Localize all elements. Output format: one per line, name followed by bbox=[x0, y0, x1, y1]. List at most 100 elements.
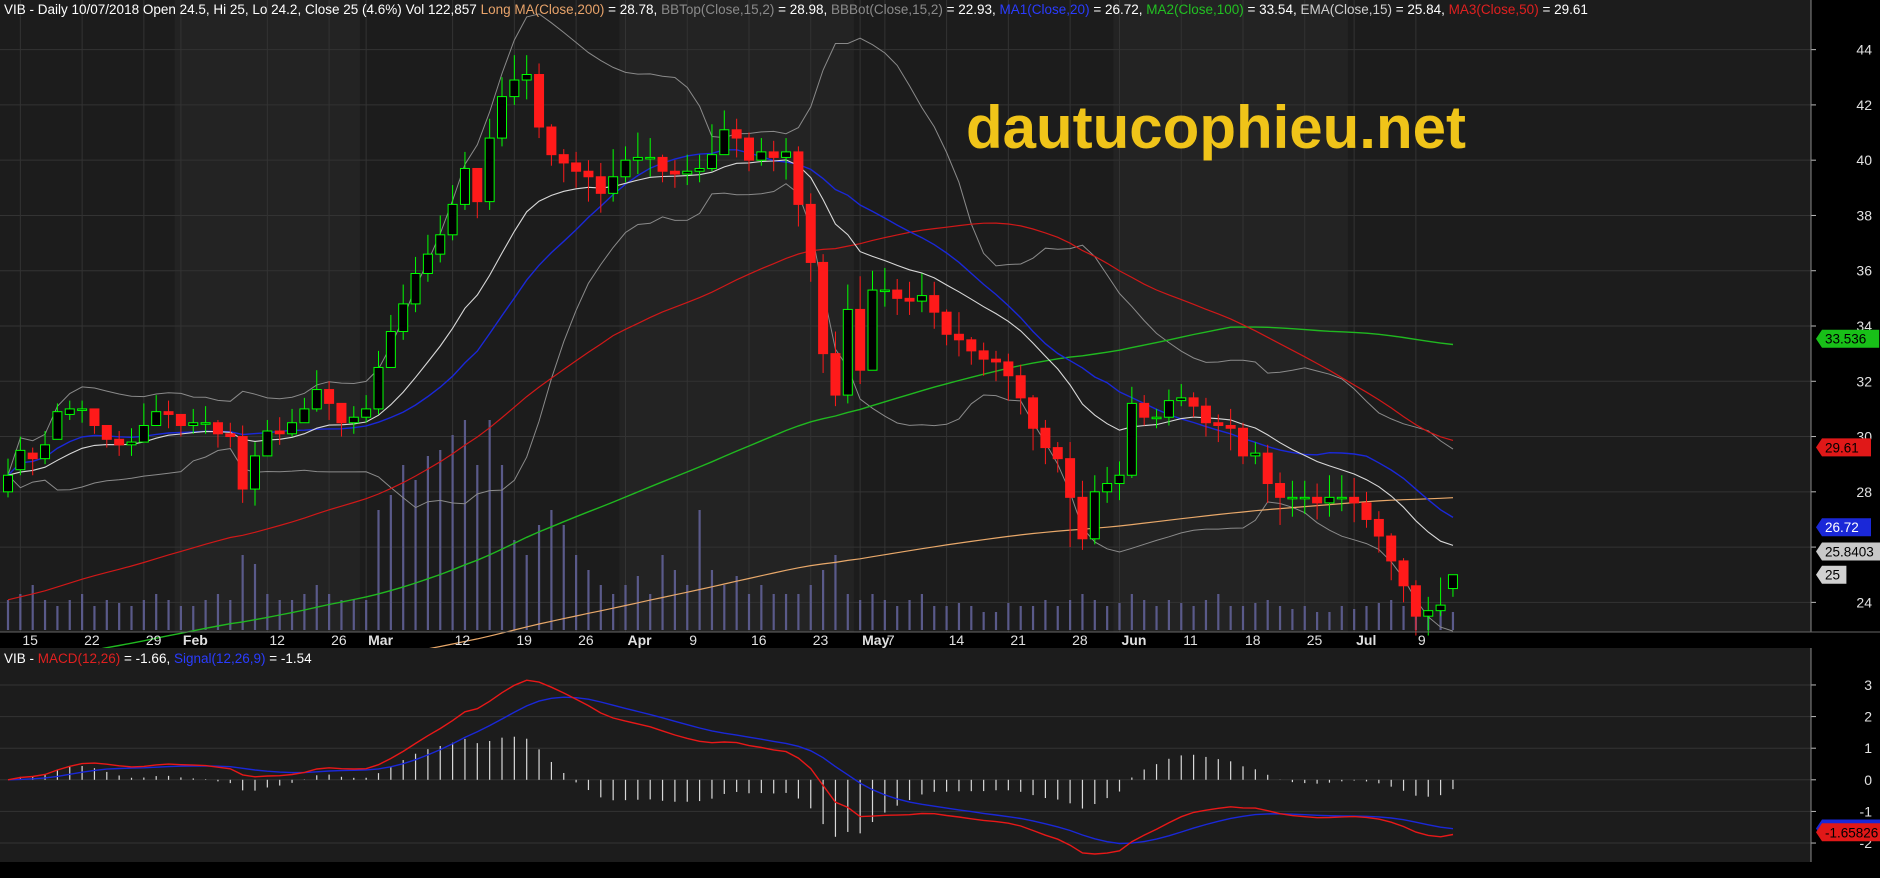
candle-down bbox=[237, 436, 248, 490]
date-axis-label: 12 bbox=[269, 632, 285, 648]
date-axis-label: May bbox=[862, 632, 889, 648]
date-axis-label: 28 bbox=[1072, 632, 1088, 648]
candle-up bbox=[867, 289, 878, 371]
candle-up bbox=[385, 331, 396, 368]
date-axis-label: 15 bbox=[22, 632, 38, 648]
candle-down bbox=[1077, 496, 1088, 540]
candle-down bbox=[534, 74, 545, 128]
stock-chart[interactable]: 2426283032343638404244 152229Feb1226Mar1… bbox=[0, 0, 1880, 878]
candle-down bbox=[1003, 361, 1014, 377]
candle-up bbox=[719, 129, 730, 156]
candle-down bbox=[595, 176, 606, 194]
chart-info-header: VIB - Daily 10/07/2018 Open 24.5, Hi 25,… bbox=[4, 2, 1588, 17]
candle-up bbox=[706, 154, 717, 169]
candle-up bbox=[1435, 604, 1446, 612]
candle-down bbox=[830, 353, 841, 396]
candle-down bbox=[1139, 402, 1150, 418]
price-axis-label: 40 bbox=[1856, 152, 1872, 168]
macd-axis-label: 0 bbox=[1864, 772, 1872, 788]
candle-down bbox=[175, 413, 186, 426]
candle-down bbox=[336, 402, 347, 424]
date-axis-label: 12 bbox=[455, 632, 471, 648]
header-segment-2: = -1.66, bbox=[120, 651, 174, 666]
candle-down bbox=[793, 151, 804, 205]
candle-down bbox=[1386, 535, 1397, 562]
candle-down bbox=[904, 297, 915, 302]
candle-down bbox=[818, 261, 829, 355]
date-axis-label: 11 bbox=[1183, 632, 1198, 648]
header-segment-3: Signal(12,26,9) bbox=[174, 651, 266, 666]
candle-up bbox=[645, 156, 656, 160]
candle-down bbox=[657, 156, 668, 172]
candle-down bbox=[571, 162, 582, 172]
candle-up bbox=[299, 408, 310, 424]
candle-down bbox=[89, 408, 100, 426]
candle-down bbox=[731, 129, 742, 139]
candle-down bbox=[941, 311, 952, 335]
candle-down bbox=[1410, 585, 1421, 617]
header-segment-11: EMA(Close,15) bbox=[1300, 2, 1392, 17]
candle-down bbox=[546, 126, 557, 156]
price-axis-label: 32 bbox=[1856, 373, 1872, 389]
candle-up bbox=[447, 203, 458, 236]
candle-up bbox=[40, 444, 51, 460]
macd-axis-label: 3 bbox=[1864, 677, 1872, 693]
candle-down bbox=[101, 424, 112, 440]
header-segment-10: = 33.54, bbox=[1244, 2, 1301, 17]
candle-down bbox=[1349, 496, 1360, 504]
candle-up bbox=[361, 408, 372, 418]
candle-down bbox=[991, 358, 1001, 363]
candle-up bbox=[620, 159, 631, 178]
candle-up bbox=[916, 295, 927, 302]
candle-up bbox=[879, 289, 890, 293]
candle-down bbox=[1065, 458, 1076, 498]
candle-down bbox=[1361, 502, 1372, 520]
candle-up bbox=[497, 96, 507, 139]
candle-up bbox=[410, 272, 421, 305]
candle-down bbox=[1275, 483, 1286, 498]
candle-up bbox=[484, 137, 495, 203]
candle-down bbox=[805, 203, 816, 263]
candle-up bbox=[1114, 474, 1125, 485]
candle-up bbox=[262, 430, 273, 457]
candle-up bbox=[521, 74, 532, 81]
header-segment-2: = 28.78, bbox=[604, 2, 661, 17]
macd-axis-label: -1 bbox=[1860, 803, 1873, 819]
candle-down bbox=[163, 411, 174, 415]
candle-down bbox=[953, 333, 964, 341]
candle-up bbox=[52, 411, 63, 440]
macd-axis-label: 2 bbox=[1864, 709, 1872, 725]
candle-up bbox=[64, 408, 75, 415]
candle-up bbox=[373, 366, 384, 410]
price-axis-label: 38 bbox=[1856, 207, 1872, 223]
candle-down bbox=[212, 422, 223, 435]
date-axis-label: 9 bbox=[689, 632, 697, 648]
macd-right-labels: -1.53657-1.65826 bbox=[1816, 819, 1880, 842]
header-segment-0: VIB - bbox=[4, 651, 38, 666]
date-axis-label: 9 bbox=[1418, 632, 1426, 648]
candle-up bbox=[151, 411, 162, 426]
macd-panel: -2-10123 -1.53657-1.65826 VIB - MACD(12,… bbox=[0, 648, 1880, 862]
price-label-text: 25 bbox=[1825, 568, 1840, 583]
date-axis-label: 25 bbox=[1307, 632, 1323, 648]
candle-up bbox=[15, 449, 26, 471]
candle-up bbox=[1250, 452, 1261, 457]
candle-down bbox=[1213, 422, 1224, 426]
header-segment-7: MA1(Close,20) bbox=[1000, 2, 1090, 17]
header-segment-4: = -1.54 bbox=[266, 651, 313, 666]
date-axis-label: 14 bbox=[949, 632, 965, 648]
candle-down bbox=[1028, 397, 1039, 429]
candle-down bbox=[1262, 452, 1273, 485]
candle-down bbox=[1015, 375, 1026, 399]
candle-down bbox=[225, 433, 236, 438]
date-axis-label: Feb bbox=[183, 632, 208, 648]
candle-down bbox=[583, 170, 594, 178]
candle-down bbox=[1238, 427, 1248, 457]
candle-up bbox=[1151, 416, 1162, 420]
price-axis-label: 28 bbox=[1856, 484, 1872, 500]
candle-up bbox=[1176, 397, 1187, 402]
header-segment-13: MA3(Close,50) bbox=[1449, 2, 1539, 17]
candle-up bbox=[756, 151, 767, 161]
candle-down bbox=[1052, 447, 1063, 460]
candle-down bbox=[27, 452, 38, 460]
